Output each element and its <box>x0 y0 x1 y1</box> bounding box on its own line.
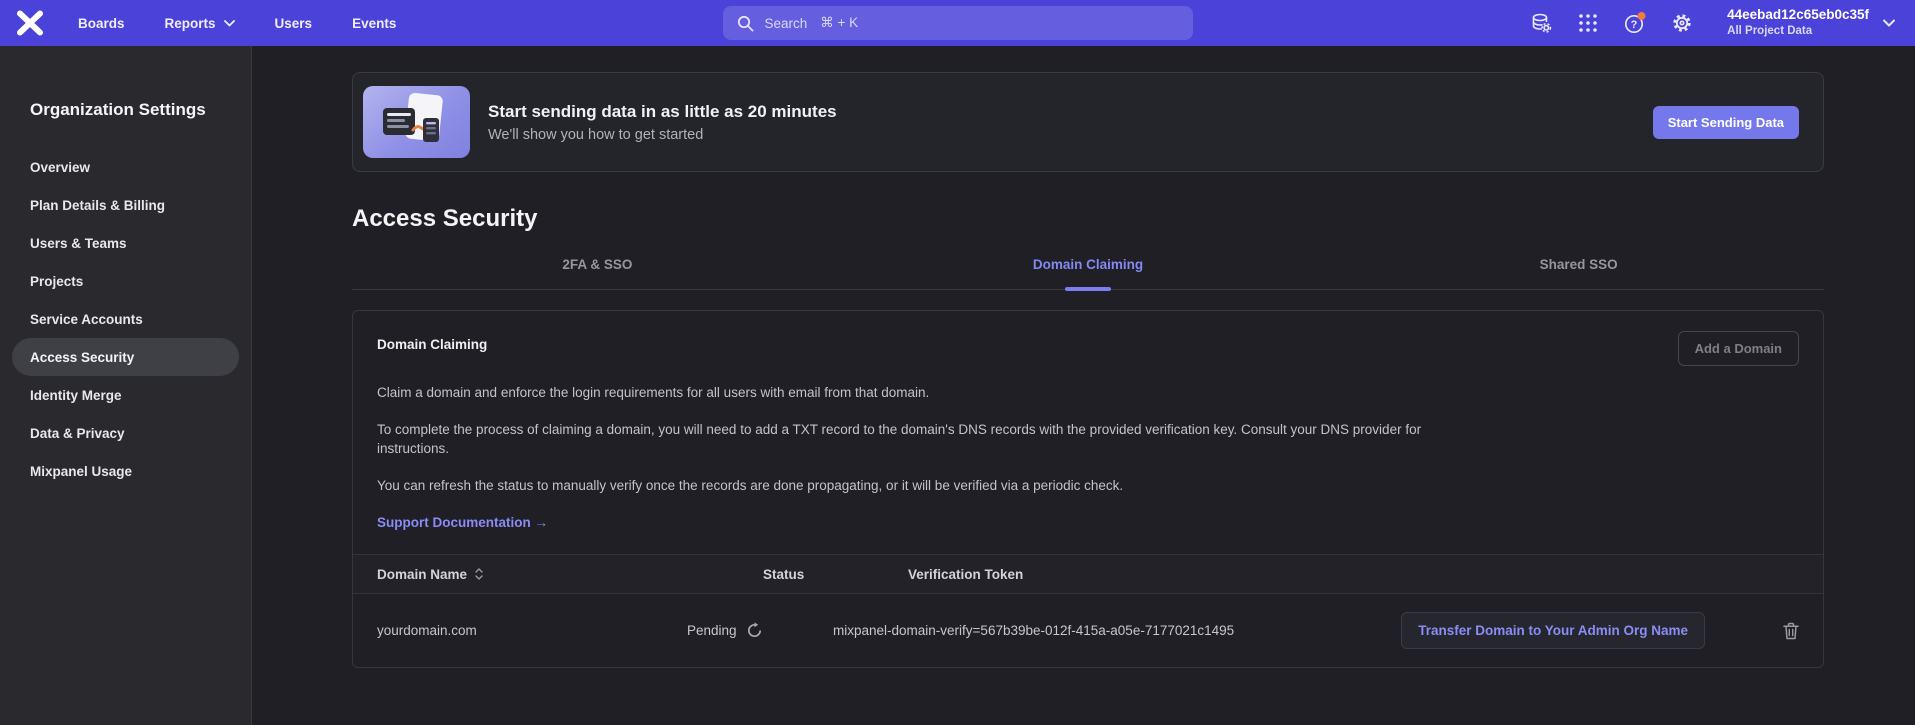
transfer-domain-button[interactable]: Transfer Domain to Your Admin Org Name <box>1401 612 1705 649</box>
sidebar-item-users-teams[interactable]: Users & Teams <box>12 224 239 262</box>
column-header-status: Status <box>663 567 833 582</box>
sort-icon[interactable] <box>475 568 483 580</box>
nav-item-label: Reports <box>165 16 216 31</box>
page-title: Access Security <box>352 205 1824 233</box>
action-cell: Transfer Domain to Your Admin Org Name <box>1401 612 1759 649</box>
panel-paragraph: Claim a domain and enforce the login req… <box>377 383 1437 403</box>
nav-item-users[interactable]: Users <box>275 16 313 31</box>
support-documentation-link[interactable]: Support Documentation → <box>377 515 548 530</box>
banner-texts: Start sending data in as little as 20 mi… <box>488 102 837 143</box>
domain-table-row: yourdomain.com Pending mixpanel-domain-v… <box>353 594 1823 667</box>
search-shortcut: ⌘ + K <box>820 15 858 31</box>
search-input[interactable]: Search ⌘ + K <box>723 6 1193 40</box>
nav-right-cluster: ? 44eebad12c65eb0c35f All Project Data <box>1529 7 1895 38</box>
domain-name-cell: yourdomain.com <box>353 623 663 638</box>
verification-token-cell: mixpanel-domain-verify=567b39be-012f-415… <box>833 623 1401 638</box>
svg-text:?: ? <box>1631 19 1638 31</box>
chevron-down-icon <box>224 20 235 27</box>
panel-title: Domain Claiming <box>377 337 487 352</box>
sidebar-item-plan-details-billing[interactable]: Plan Details & Billing <box>12 186 239 224</box>
sidebar-item-mixpanel-usage[interactable]: Mixpanel Usage <box>12 452 239 490</box>
notification-dot <box>1638 12 1646 20</box>
sidebar-title: Organization Settings <box>30 100 251 120</box>
sidebar-item-overview[interactable]: Overview <box>12 148 239 186</box>
column-header-domain-name[interactable]: Domain Name <box>353 567 663 582</box>
panel-header: Domain Claiming Add a Domain <box>353 311 1823 366</box>
main-content: Start sending data in as little as 20 mi… <box>252 46 1915 725</box>
getting-started-banner: Start sending data in as little as 20 mi… <box>352 72 1824 172</box>
sidebar-item-access-security[interactable]: Access Security <box>12 338 239 376</box>
start-sending-data-button[interactable]: Start Sending Data <box>1653 106 1799 139</box>
settings-gear-icon[interactable] <box>1670 11 1694 35</box>
sidebar-item-identity-merge[interactable]: Identity Merge <box>12 376 239 414</box>
delete-domain-button[interactable] <box>1759 622 1823 640</box>
org-name: 44eebad12c65eb0c35f <box>1727 7 1869 24</box>
search-icon <box>737 15 754 32</box>
panel-paragraph: You can refresh the status to manually v… <box>377 476 1437 496</box>
settings-sidebar: Organization Settings Overview Plan Deta… <box>0 46 252 725</box>
sidebar-item-projects[interactable]: Projects <box>12 262 239 300</box>
sidebar-item-data-privacy[interactable]: Data & Privacy <box>12 414 239 452</box>
org-project: All Project Data <box>1727 24 1869 38</box>
trash-icon <box>1783 622 1799 640</box>
tab-shared-sso[interactable]: Shared SSO <box>1333 257 1824 289</box>
column-header-label: Domain Name <box>377 567 467 582</box>
access-security-tabs: 2FA & SSO Domain Claiming Shared SSO <box>352 257 1824 290</box>
nav-item-events[interactable]: Events <box>352 16 396 31</box>
apps-grid-icon[interactable] <box>1576 11 1600 35</box>
banner-title: Start sending data in as little as 20 mi… <box>488 102 837 122</box>
chevron-down-icon <box>1883 19 1895 27</box>
nav-item-label: Users <box>275 16 313 31</box>
tab-domain-claiming[interactable]: Domain Claiming <box>843 257 1334 289</box>
org-texts: 44eebad12c65eb0c35f All Project Data <box>1727 7 1869 38</box>
domain-claiming-panel: Domain Claiming Add a Domain Claim a dom… <box>352 310 1824 668</box>
status-badge: Pending <box>687 623 737 638</box>
panel-paragraph: To complete the process of claiming a do… <box>377 420 1437 459</box>
tab-2fa-sso[interactable]: 2FA & SSO <box>352 257 843 289</box>
data-management-icon[interactable] <box>1529 11 1553 35</box>
org-switcher[interactable]: 44eebad12c65eb0c35f All Project Data <box>1727 7 1895 38</box>
getting-started-illustration <box>363 86 470 158</box>
refresh-status-icon[interactable] <box>746 622 763 639</box>
status-cell: Pending <box>663 622 833 639</box>
nav-item-reports[interactable]: Reports <box>165 16 235 31</box>
add-domain-button[interactable]: Add a Domain <box>1678 331 1799 366</box>
sidebar-item-service-accounts[interactable]: Service Accounts <box>12 300 239 338</box>
top-nav: Boards Reports Users Events Search ⌘ + K <box>0 0 1915 46</box>
mixpanel-logo[interactable] <box>13 8 47 38</box>
nav-item-label: Boards <box>78 16 125 31</box>
mixpanel-logo-icon <box>15 10 45 36</box>
primary-nav: Boards Reports Users Events <box>78 16 396 31</box>
banner-subtitle: We'll show you how to get started <box>488 127 837 143</box>
panel-description: Claim a domain and enforce the login req… <box>353 383 1823 554</box>
help-icon[interactable]: ? <box>1623 11 1647 35</box>
nav-item-boards[interactable]: Boards <box>78 16 125 31</box>
search-placeholder: Search <box>765 16 808 31</box>
nav-item-label: Events <box>352 16 396 31</box>
domains-table-header: Domain Name Status Verification Token <box>353 554 1823 594</box>
column-header-verification-token: Verification Token <box>833 567 1759 582</box>
